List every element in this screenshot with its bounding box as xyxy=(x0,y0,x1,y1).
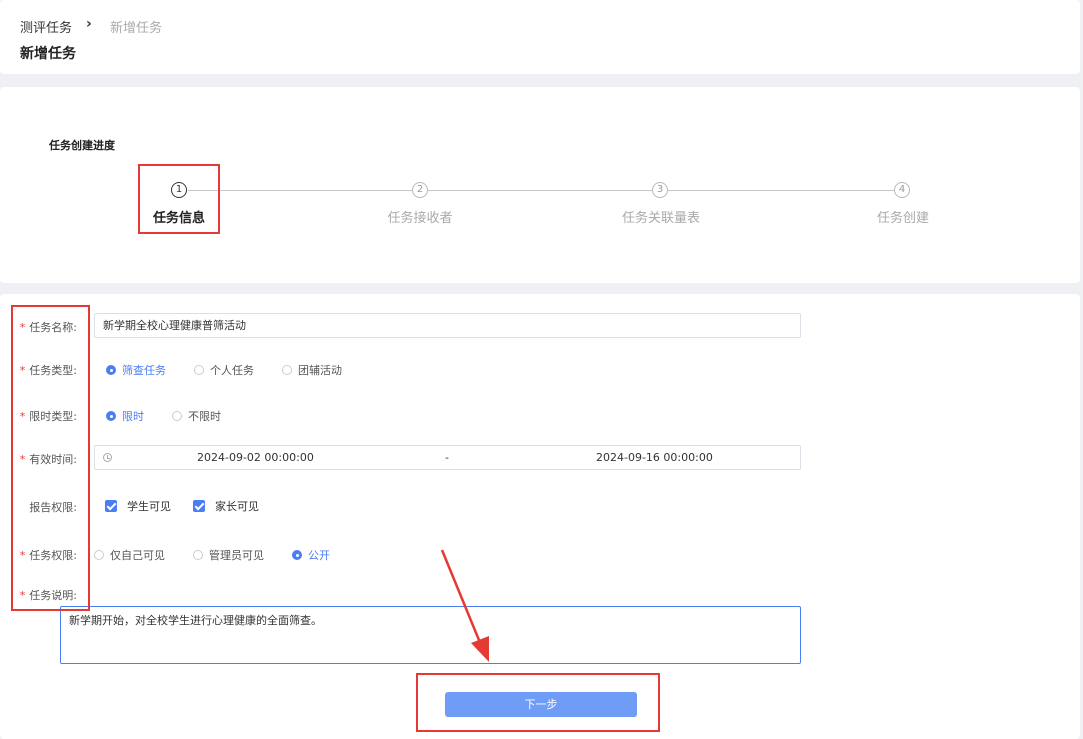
time-limit-unlimited-radio[interactable]: 不限时 xyxy=(172,408,221,424)
step-4-circle: 4 xyxy=(894,182,910,198)
task-form-card: * 任务名称: 新学期全校心理健康普筛活动 * 任务类型: 筛查任务 个人任务 团辅… xyxy=(0,294,1080,739)
step-4-label: 任务创建 xyxy=(876,211,930,226)
report-permission-label: 报告权限: xyxy=(29,501,77,514)
header-card: 测评任务 › 新增任务 新增任务 xyxy=(0,0,1080,74)
date-range-separator: - xyxy=(445,451,449,464)
permission-public-radio[interactable]: 公开 xyxy=(292,547,330,563)
task-permission-label: * 任务权限: xyxy=(19,549,77,562)
progress-card: 任务创建进度 1 2 3 4 任务信息 任务接收者 任务关联量表 任务创建 xyxy=(0,87,1080,283)
start-date-input[interactable]: 2024-09-02 00:00:00 xyxy=(197,451,314,464)
step-1-circle: 1 xyxy=(171,182,187,198)
checkbox-checked-icon xyxy=(193,500,205,512)
breadcrumb-chevron-icon: › xyxy=(86,16,92,32)
step-1-label: 任务信息 xyxy=(152,211,206,226)
report-parent-visible-checkbox[interactable]: 家长可见 xyxy=(193,498,259,514)
step-connector-3 xyxy=(668,190,894,191)
clock-icon xyxy=(103,453,112,462)
step-2-label: 任务接收者 xyxy=(387,211,453,226)
step-3-label: 任务关联量表 xyxy=(621,211,701,226)
task-type-screening-radio[interactable]: 筛查任务 xyxy=(106,362,166,378)
task-type-label: * 任务类型: xyxy=(19,364,77,377)
valid-time-range-picker[interactable]: 2024-09-02 00:00:00 - 2024-09-16 00:00:0… xyxy=(94,445,801,470)
step-3-circle: 3 xyxy=(652,182,668,198)
checkbox-checked-icon xyxy=(105,500,117,512)
breadcrumb-current: 新增任务 xyxy=(110,21,163,36)
task-type-group-radio[interactable]: 团辅活动 xyxy=(282,362,342,378)
task-description-textarea[interactable]: 新学期开始，对全校学生进行心理健康的全面筛查。 xyxy=(60,606,801,664)
time-limit-limited-radio[interactable]: 限时 xyxy=(106,408,144,424)
end-date-input[interactable]: 2024-09-16 00:00:00 xyxy=(596,451,713,464)
step-connector-1 xyxy=(188,190,412,191)
next-step-button[interactable]: 下一步 xyxy=(445,692,637,717)
time-limit-label: * 限时类型: xyxy=(19,410,77,423)
permission-self-only-radio[interactable]: 仅自己可见 xyxy=(94,547,165,563)
step-connector-2 xyxy=(428,190,652,191)
permission-admin-visible-radio[interactable]: 管理员可见 xyxy=(193,547,264,563)
progress-title: 任务创建进度 xyxy=(49,139,115,152)
task-name-label: * 任务名称: xyxy=(19,321,77,334)
breadcrumb-root-link[interactable]: 测评任务 xyxy=(20,17,72,36)
valid-time-label: * 有效时间: xyxy=(19,453,77,466)
task-name-input[interactable]: 新学期全校心理健康普筛活动 xyxy=(94,313,801,338)
task-description-label: * 任务说明: xyxy=(19,589,77,602)
task-type-personal-radio[interactable]: 个人任务 xyxy=(194,362,254,378)
step-2-circle: 2 xyxy=(412,182,428,198)
report-student-visible-checkbox[interactable]: 学生可见 xyxy=(105,498,171,514)
page-title: 新增任务 xyxy=(20,46,76,62)
